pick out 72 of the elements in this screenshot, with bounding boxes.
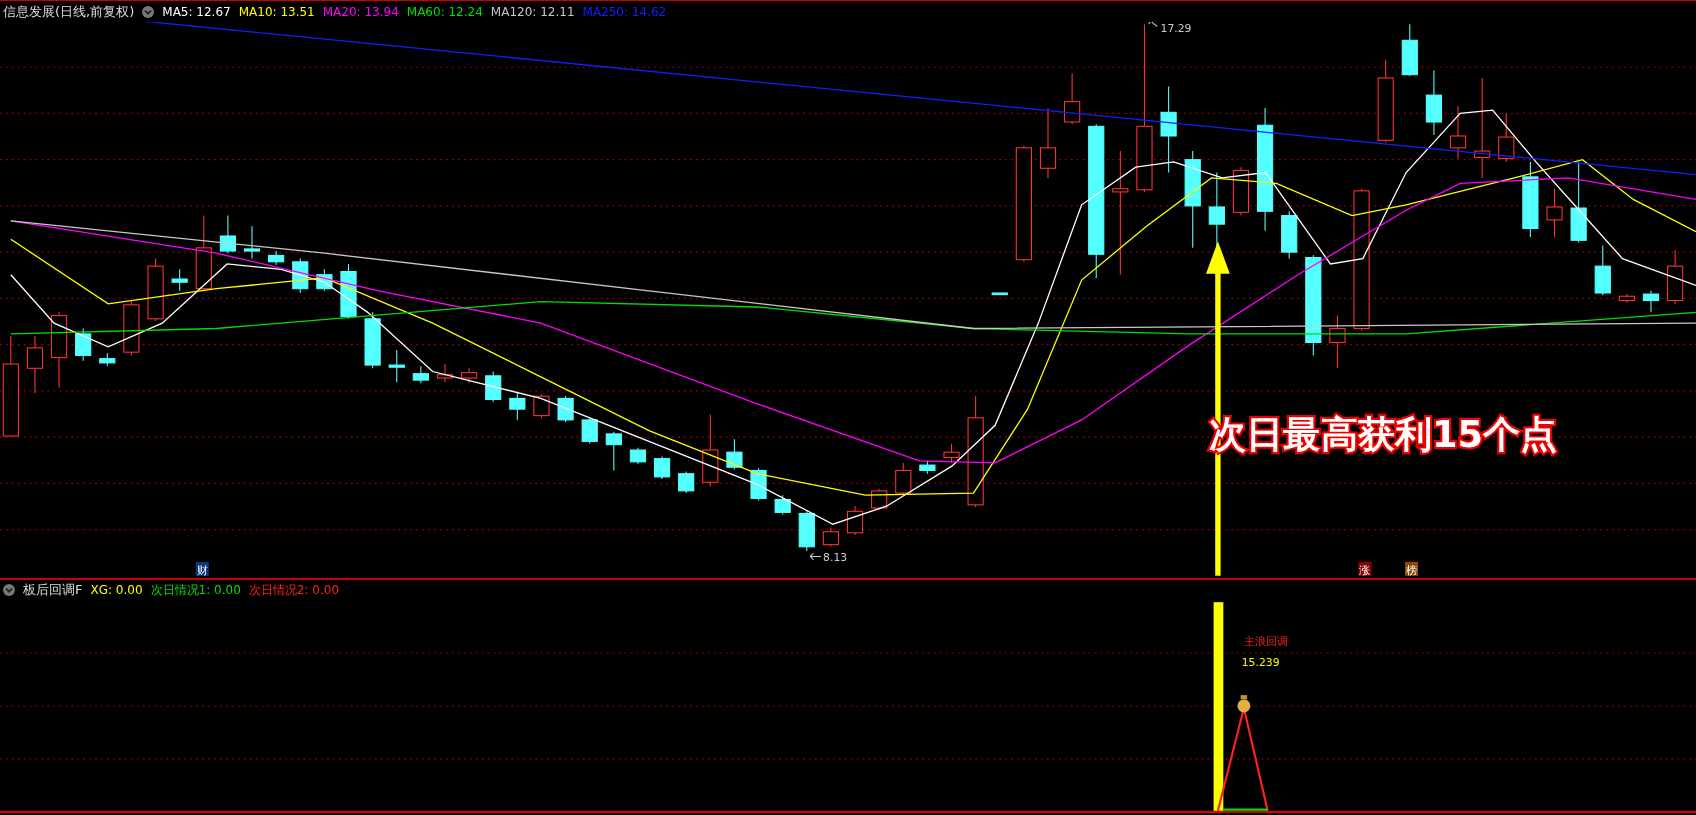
candlestick <box>340 263 357 320</box>
indicator-value: XG: 0.00 <box>90 583 143 597</box>
candlestick <box>678 471 695 494</box>
candlestick <box>436 363 454 383</box>
candlestick <box>509 392 526 421</box>
candlestick <box>943 443 960 464</box>
candlestick <box>533 393 550 419</box>
candlestick <box>629 447 647 465</box>
indicator-value: MA5: 12.67 <box>162 4 231 19</box>
dropdown-icon[interactable] <box>3 584 15 596</box>
candlestick <box>1401 23 1418 77</box>
high-price-label: 17.29 <box>1160 22 1192 35</box>
candlestick <box>991 292 1008 296</box>
indicator-value: MA120: 12.11 <box>490 4 575 19</box>
candlestick <box>1498 112 1515 163</box>
candlestick <box>123 301 140 356</box>
candlestick <box>1667 249 1684 305</box>
indicator-value: MA250: 14.62 <box>582 4 667 19</box>
indicator-value: MA20: 13.94 <box>322 4 399 19</box>
candlestick <box>1329 315 1346 369</box>
candlestick <box>1546 188 1563 238</box>
candlestick <box>75 327 92 362</box>
candlestick <box>557 395 574 423</box>
candlestick <box>798 510 815 552</box>
marker-label: 财 <box>196 563 208 577</box>
candlestick <box>1064 73 1081 125</box>
candlestick <box>388 349 405 383</box>
low-price-leader <box>809 552 822 561</box>
candlestick <box>581 417 598 445</box>
candlestick <box>268 250 285 266</box>
indicator-value: MA60: 12.24 <box>406 4 483 19</box>
low-price-label: 8.13 <box>823 550 848 564</box>
candlestick <box>1594 245 1611 296</box>
candlestick <box>1425 69 1443 136</box>
candlestick <box>1039 107 1057 179</box>
signal-value: 15.239 <box>1241 655 1280 669</box>
candlestick <box>895 462 912 496</box>
candlestick <box>1618 293 1635 304</box>
candlestick <box>26 335 44 394</box>
candlestick <box>1232 166 1250 217</box>
indicator-value: 次日情况1: 0.00 <box>150 581 241 599</box>
candlestick <box>316 268 333 292</box>
candlestick <box>822 526 839 548</box>
candlestick <box>653 455 671 480</box>
candlestick <box>171 268 188 292</box>
candlestick <box>774 494 791 516</box>
candlestick <box>846 505 864 536</box>
high-price-leader <box>1148 22 1158 27</box>
chart-title: 信息发展(日线,前复权) <box>3 2 135 21</box>
candlestick <box>99 352 116 367</box>
candlestick <box>243 225 261 260</box>
candlestick <box>919 460 936 475</box>
candlestick <box>412 365 429 384</box>
candlestick <box>147 258 164 322</box>
signal-label: 主浪回调 <box>1243 635 1288 649</box>
marker-label: 榜 <box>1406 563 1418 577</box>
candlestick <box>1281 210 1298 260</box>
candlestick <box>750 467 767 502</box>
candlestick <box>364 311 381 369</box>
indicator-value: MA10: 13.51 <box>238 4 315 19</box>
indicator-value: 次日情况2: 0.00 <box>248 581 340 599</box>
candlestick <box>461 367 478 384</box>
dropdown-icon[interactable] <box>142 5 155 18</box>
candlestick <box>1449 105 1467 160</box>
marker-label: 涨 <box>1359 563 1371 577</box>
indicator-title: 板后回调F <box>23 581 83 599</box>
candlestick <box>726 438 743 470</box>
candlestick <box>485 370 502 403</box>
candlestick <box>219 215 236 254</box>
money-bag-icon <box>1237 695 1251 713</box>
candlestick <box>1642 290 1660 313</box>
candlestick <box>605 431 622 471</box>
